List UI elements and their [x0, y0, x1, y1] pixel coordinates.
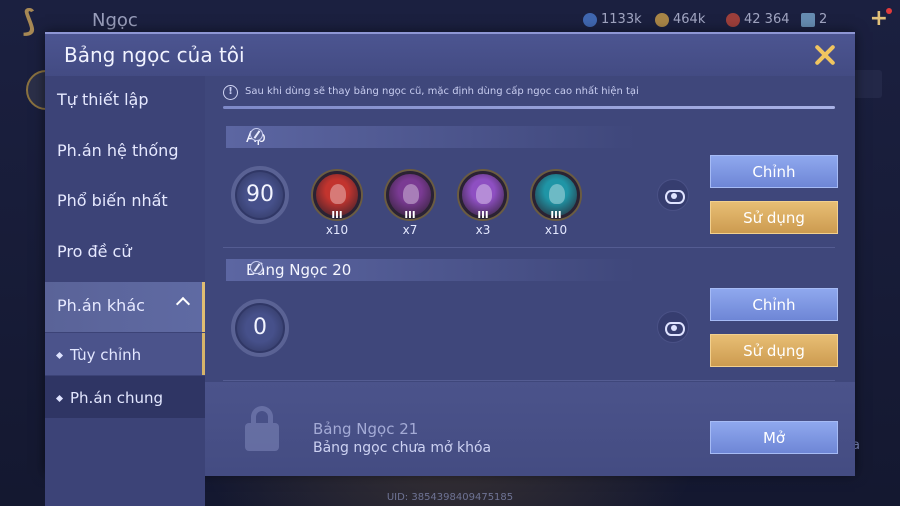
my-rune-pages-dialog: Bảng ngọc của tôi Tự thiết lập Ph.án hệ …: [45, 32, 855, 506]
use-button[interactable]: Sử dụng: [710, 201, 838, 234]
bullet-icon: [55, 351, 64, 360]
resource-card: 2: [801, 12, 827, 27]
resource-crystal: 1133k: [583, 12, 642, 27]
sidebar-item-popular[interactable]: Phổ biến nhất: [45, 177, 205, 227]
notice-text: Sau khi dùng sẽ thay bảng ngọc cũ, mặc đ…: [245, 86, 639, 97]
chevron-up-icon: [175, 296, 191, 312]
sidebar-footer: [45, 460, 205, 506]
rune-page-header: Bảng Ngọc 20: [226, 259, 636, 281]
gem-count: x10: [544, 223, 568, 237]
dialog-header: Bảng ngọc của tôi: [45, 34, 855, 76]
sidebar-item-pro[interactable]: Pro đề cử: [45, 228, 205, 278]
red-gem-icon: [726, 12, 740, 27]
blue-crystal-icon: [583, 12, 597, 27]
gem-count: x3: [475, 223, 491, 237]
locked-status: Bảng ngọc chưa mở khóa: [313, 440, 492, 456]
hero-logo-icon: ⟆: [22, 4, 36, 39]
gem-rank: III: [404, 210, 416, 221]
use-button[interactable]: Sử dụng: [710, 334, 838, 367]
rune-gem-icon: III: [313, 171, 361, 221]
add-icon[interactable]: +: [870, 6, 893, 31]
notice-bar: ! Sau khi dùng sẽ thay bảng ngọc cũ, mặc…: [221, 82, 835, 104]
sidebar-item-system[interactable]: Ph.án hệ thống: [45, 127, 205, 177]
resource-gem: 42 364: [726, 12, 790, 27]
close-icon[interactable]: [811, 41, 839, 69]
edit-name-icon[interactable]: [250, 128, 263, 141]
dialog-title: Bảng ngọc của tôi: [64, 43, 245, 67]
card-icon: [801, 12, 815, 27]
top-bar: ⟆ Ngọc 1133k 464k 42 364 2 +: [0, 0, 900, 39]
edit-button[interactable]: Chỉnh: [710, 155, 838, 188]
gold-coin-icon: [655, 12, 669, 27]
rune-page-header: Ap: [226, 126, 636, 148]
unlock-button[interactable]: Mở: [710, 421, 838, 454]
sidebar: Tự thiết lập Ph.án hệ thống Phổ biến nhấ…: [45, 76, 205, 506]
sidebar-item-other[interactable]: Ph.án khác: [45, 282, 205, 332]
rune-gem-icon: III: [532, 171, 580, 221]
rune-level-badge: 0: [231, 299, 289, 357]
gem-count: x7: [402, 223, 418, 237]
divider: [223, 106, 835, 109]
sidebar-subitem-custom[interactable]: Tùy chỉnh: [45, 333, 205, 375]
rune-gem-icon: III: [386, 171, 434, 221]
resource-gold: 464k: [655, 12, 705, 27]
rune-level-badge: 90: [231, 166, 289, 224]
background-panel: [852, 70, 882, 98]
preview-eye-icon[interactable]: [657, 179, 689, 211]
sidebar-item-custom-setup[interactable]: Tự thiết lập: [45, 76, 205, 126]
info-icon: !: [223, 85, 238, 100]
gem-rank: III: [477, 210, 489, 221]
gem-rank: III: [331, 210, 343, 221]
sidebar-subitem-common[interactable]: Ph.án chung: [45, 376, 205, 418]
background-title: Ngọc: [92, 10, 138, 31]
gem-rank: III: [550, 210, 562, 221]
divider: [223, 247, 835, 248]
gem-count: x10: [325, 223, 349, 237]
lock-icon: [245, 406, 279, 452]
locked-page-name: Bảng Ngọc 21: [313, 420, 419, 438]
rune-gem-icon: III: [459, 171, 507, 221]
edit-button[interactable]: Chỉnh: [710, 288, 838, 321]
divider: [223, 380, 835, 381]
edit-name-icon[interactable]: [250, 261, 263, 274]
preview-eye-icon[interactable]: [657, 311, 689, 343]
bullet-icon: [55, 394, 64, 403]
